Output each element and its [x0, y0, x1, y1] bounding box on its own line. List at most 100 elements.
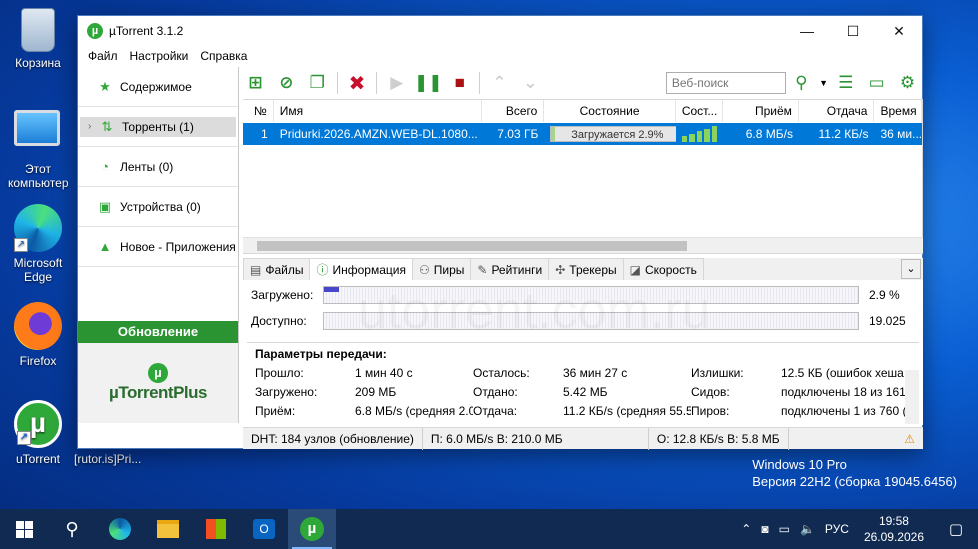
horizontal-scrollbar[interactable] — [243, 237, 923, 253]
download-status[interactable]: П: 6.0 МБ/s В: 210.0 МБ — [423, 427, 649, 450]
menu-bar: Файл Настройки Справка — [78, 46, 922, 66]
tab-trackers[interactable]: ✣ Трекеры — [548, 258, 624, 280]
collapse-panel-button[interactable]: ⌄ — [901, 259, 921, 279]
move-up-button[interactable]: ⌃ — [486, 71, 513, 95]
column-header-no[interactable]: № — [243, 100, 274, 122]
outlook-icon[interactable]: O — [240, 509, 288, 549]
add-url-button[interactable]: ⊘ — [273, 71, 300, 95]
desktop-icon-label: Этот компьютер — [8, 162, 69, 190]
menu-settings[interactable]: Настройки — [124, 49, 195, 63]
volume-icon[interactable]: 🔈 — [795, 522, 820, 536]
tab-peers[interactable]: ⚇ Пиры — [411, 258, 472, 280]
utorrent-window: µ µTorrent 3.1.2 — ☐ ✕ Файл Настройки Сп… — [77, 15, 923, 450]
stop-button[interactable]: ■ — [446, 71, 473, 95]
chevron-right-icon[interactable]: › — [88, 121, 91, 132]
camera-icon[interactable]: ◙ — [756, 522, 773, 536]
move-down-button[interactable]: ⌄ — [517, 71, 544, 95]
sidebar-item-devices[interactable]: ▣ Устройства (0) — [78, 187, 238, 227]
remove-button[interactable]: ✖ — [344, 71, 371, 95]
windows-version-watermark: Windows 10 Pro Версия 22H2 (сборка 19045… — [752, 456, 957, 490]
scrollbar-thumb[interactable] — [257, 241, 687, 251]
utorrent-plus-ad[interactable]: µ µTorrentPlus — [78, 343, 238, 423]
sidebar-item-apps[interactable]: ▲ Новое - Приложения — [78, 227, 238, 267]
sidebar-item-feeds[interactable]: ◔ Ленты (0) — [78, 147, 238, 187]
param-label: Сидов: — [691, 385, 730, 399]
tab-ratings[interactable]: ✎ Рейтинги — [470, 258, 550, 280]
desktop-icon-label: uTorrent — [15, 452, 61, 466]
available-row: Доступно: 19.025 — [243, 310, 923, 332]
param-value: 6.8 МБ/s (средняя 2.0 — [355, 404, 473, 418]
column-header-name[interactable]: Имя — [274, 100, 482, 122]
chevron-down-icon[interactable]: ▼ — [819, 71, 829, 95]
create-torrent-button[interactable]: ❐ — [304, 71, 331, 95]
desktop-icon-recycle-bin[interactable]: Корзина — [0, 8, 76, 70]
param-label: Приём: — [255, 404, 296, 418]
cell-size: 7.03 ГБ — [497, 127, 539, 141]
file-explorer-icon[interactable] — [144, 509, 192, 549]
params-header: Параметры передачи: — [255, 347, 387, 361]
title-bar[interactable]: µ µTorrent 3.1.2 — ☐ ✕ — [78, 16, 922, 46]
search-icon[interactable]: ⚲ — [788, 71, 815, 95]
apps-icon: ▲ — [98, 238, 112, 254]
add-torrent-button[interactable]: ⊞ — [242, 71, 269, 95]
tab-label: Файлы — [265, 263, 304, 277]
tab-info[interactable]: ⓘ Информация — [309, 258, 413, 280]
column-header-health[interactable]: Сост... — [676, 100, 724, 122]
cell-no: 1 — [261, 127, 268, 141]
desktop-icon-label: [rutor.is]Pri... — [74, 452, 142, 466]
sidebar-item-torrents[interactable]: › ⇅ Торренты (1) — [80, 116, 236, 137]
menu-help[interactable]: Справка — [194, 49, 253, 63]
utorrent-taskbar-icon[interactable]: µ — [288, 509, 336, 549]
search-icon[interactable]: ⚲ — [48, 509, 96, 549]
tab-label: Трекеры — [569, 263, 617, 277]
desktop-icon-this-pc[interactable]: Этот компьютер — [0, 104, 76, 190]
desktop-icon-edge[interactable]: ↗ Microsoft Edge — [0, 204, 76, 284]
clock[interactable]: 19:58 26.09.2026 — [854, 513, 934, 545]
update-banner[interactable]: Обновление — [78, 321, 238, 343]
start-button[interactable] — [0, 509, 48, 549]
downloaded-graph — [323, 286, 859, 304]
sidebar-item-label: Ленты (0) — [120, 159, 174, 174]
menu-file[interactable]: Файл — [82, 49, 124, 63]
store-icon[interactable] — [192, 509, 240, 549]
desktop-icon-utorrent[interactable]: µ ↗ uTorrent — [0, 400, 76, 466]
gear-icon[interactable]: ⚙ — [894, 71, 921, 95]
column-header-download[interactable]: Приём — [723, 100, 799, 122]
input-language[interactable]: РУС — [820, 522, 854, 536]
minimize-button[interactable]: — — [784, 16, 830, 46]
param-label: Отдача: — [473, 404, 518, 418]
maximize-button[interactable]: ☐ — [830, 16, 876, 46]
dht-status[interactable]: DHT: 184 узлов (обновление) — [243, 427, 423, 450]
desktop-icon-firefox[interactable]: Firefox — [0, 302, 76, 368]
vertical-scrollbar[interactable] — [905, 370, 919, 424]
system-tray: ⌃ ◙ ▭ 🔈 РУС 19:58 26.09.2026 ▢ — [736, 509, 978, 549]
edge-taskbar-icon[interactable] — [96, 509, 144, 549]
warning-icon[interactable]: ⚠ — [896, 428, 923, 450]
start-button[interactable]: ▶ — [383, 71, 410, 95]
web-search-input[interactable] — [665, 72, 786, 94]
notification-icon[interactable]: ▢ — [934, 520, 978, 538]
table-row[interactable]: 1 Pridurki.2026.AMZN.WEB-DL.1080... 7.03… — [243, 123, 922, 145]
param-value: подключены 1 из 760 ( — [781, 404, 907, 418]
pause-button[interactable]: ❚❚ — [414, 71, 443, 95]
sidebar-item-content[interactable]: ★ Содержимое — [78, 67, 238, 107]
desktop-icon-rutor[interactable]: [rutor.is]Pri... — [74, 452, 154, 466]
tab-speed[interactable]: ◪ Скорость — [622, 258, 704, 280]
column-header-status[interactable]: Состояние — [544, 100, 676, 122]
available-graph — [323, 312, 859, 330]
tab-files[interactable]: ▤ Файлы — [243, 258, 311, 280]
info-icon: ⓘ — [316, 263, 329, 277]
folder-icon: ▤ — [250, 263, 262, 277]
chevron-up-icon[interactable]: ⌃ — [736, 522, 756, 536]
upload-status[interactable]: О: 12.8 КБ/s В: 5.8 МБ — [649, 427, 789, 450]
remote-icon[interactable]: ▭ — [863, 71, 890, 95]
transfer-params: Параметры передачи: Прошло: 1 мин 40 с Ост… — [247, 342, 919, 423]
column-header-size[interactable]: Всего — [482, 100, 545, 122]
list-view-icon[interactable]: ☰ — [832, 71, 859, 95]
column-header-upload[interactable]: Отдача — [799, 100, 875, 122]
close-button[interactable]: ✕ — [876, 16, 922, 46]
rss-icon: ◔ — [101, 158, 109, 174]
network-icon[interactable]: ▭ — [774, 522, 795, 536]
param-value: подключены 18 из 161 — [781, 385, 906, 399]
column-header-eta[interactable]: Время — [874, 100, 922, 122]
